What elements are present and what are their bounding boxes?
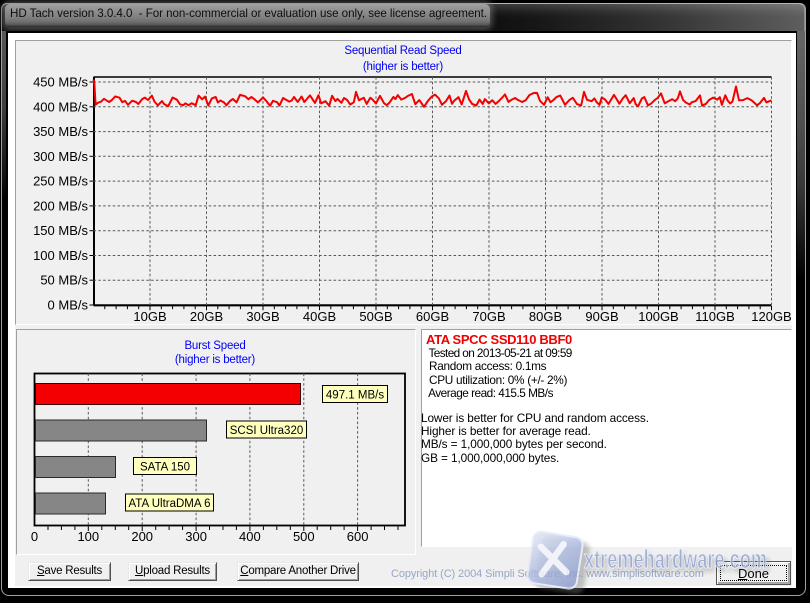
svg-text:300 MB/s: 300 MB/s bbox=[33, 149, 88, 164]
svg-text:300: 300 bbox=[185, 529, 207, 544]
svg-text:SATA 150: SATA 150 bbox=[140, 462, 190, 474]
svg-text:90GB: 90GB bbox=[585, 309, 618, 324]
svg-text:450 MB/s: 450 MB/s bbox=[33, 75, 88, 90]
svg-text:20GB: 20GB bbox=[190, 309, 223, 324]
svg-text:ATA UltraDMA 6: ATA UltraDMA 6 bbox=[128, 498, 210, 510]
svg-text:10GB: 10GB bbox=[133, 309, 166, 324]
svg-text:80GB: 80GB bbox=[529, 309, 562, 324]
svg-text:150 MB/s: 150 MB/s bbox=[33, 223, 88, 238]
svg-text:SCSI Ultra320: SCSI Ultra320 bbox=[230, 425, 304, 437]
svg-text:100 MB/s: 100 MB/s bbox=[33, 248, 88, 263]
svg-text:70GB: 70GB bbox=[472, 309, 505, 324]
svg-text:110GB: 110GB bbox=[695, 309, 735, 324]
svg-text:250 MB/s: 250 MB/s bbox=[33, 174, 88, 189]
svg-text:500: 500 bbox=[293, 529, 315, 544]
svg-text:50 MB/s: 50 MB/s bbox=[40, 273, 88, 288]
svg-text:60GB: 60GB bbox=[416, 309, 449, 324]
svg-text:0 MB/s: 0 MB/s bbox=[48, 298, 89, 313]
svg-text:0: 0 bbox=[31, 529, 38, 544]
svg-text:100GB: 100GB bbox=[638, 309, 678, 324]
svg-text:350 MB/s: 350 MB/s bbox=[33, 124, 88, 139]
svg-text:400 MB/s: 400 MB/s bbox=[33, 99, 88, 114]
svg-text:30GB: 30GB bbox=[246, 309, 279, 324]
svg-text:600: 600 bbox=[347, 529, 369, 544]
svg-text:50GB: 50GB bbox=[359, 309, 392, 324]
svg-text:100: 100 bbox=[77, 529, 99, 544]
svg-text:497.1 MB/s: 497.1 MB/s bbox=[326, 390, 384, 402]
svg-text:40GB: 40GB bbox=[303, 309, 336, 324]
svg-text:200: 200 bbox=[131, 529, 153, 544]
svg-text:200 MB/s: 200 MB/s bbox=[33, 198, 88, 213]
svg-text:120GB: 120GB bbox=[751, 309, 791, 324]
svg-text:400: 400 bbox=[239, 529, 261, 544]
